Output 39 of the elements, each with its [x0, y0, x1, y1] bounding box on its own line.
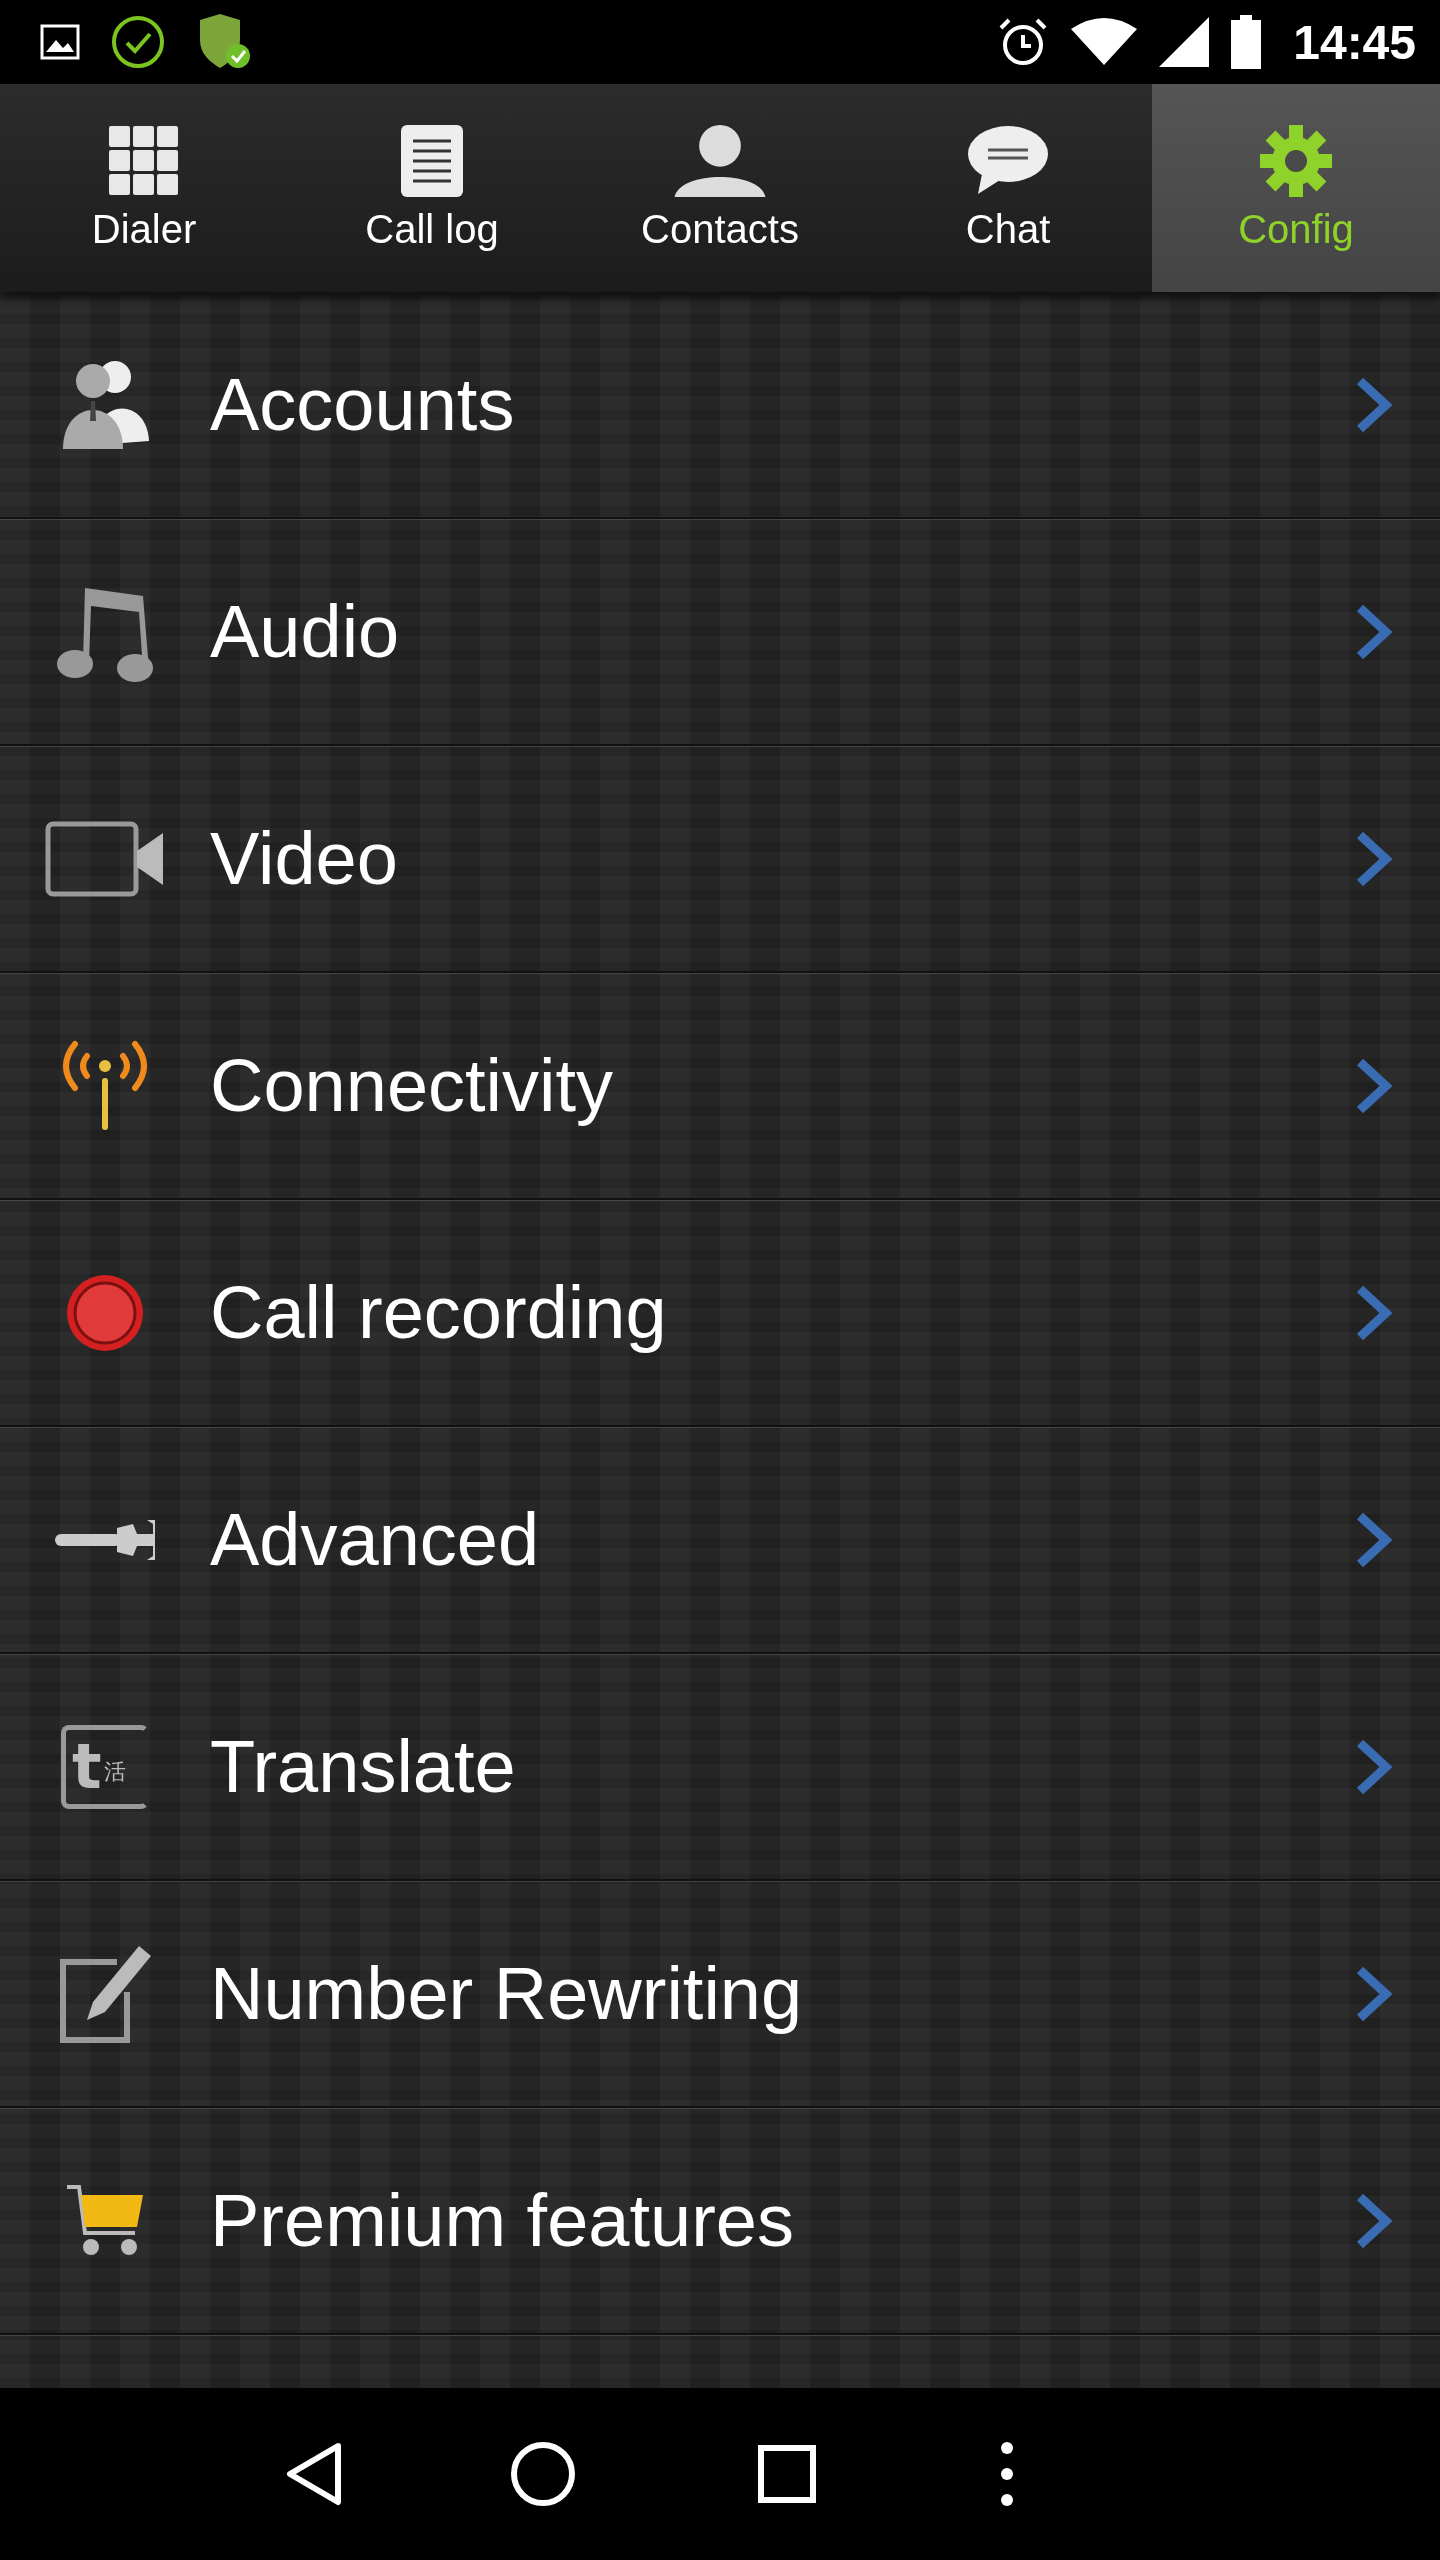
more-icon[interactable]	[1000, 2441, 1014, 2507]
home-icon[interactable]	[510, 2441, 576, 2507]
wrench-icon	[55, 1519, 155, 1560]
settings-item[interactable]: Connectivity	[0, 973, 1440, 1200]
settings-item[interactable]: Number Rewriting	[0, 1881, 1440, 2108]
back-icon[interactable]	[284, 2442, 344, 2506]
chevron-icon	[1354, 1511, 1392, 1568]
settings-item[interactable]: Premium features	[0, 2108, 1440, 2335]
chevron-icon	[1354, 376, 1392, 433]
check-circle-icon	[110, 14, 166, 70]
settings-item[interactable]: Accounts	[0, 292, 1440, 519]
chevron-icon	[1354, 1965, 1392, 2022]
video-camera-icon	[45, 820, 165, 897]
settings-item[interactable]: Video	[0, 746, 1440, 973]
chevron-icon	[1354, 1284, 1392, 1341]
chevron-icon	[1354, 1057, 1392, 1114]
chevron-icon	[1354, 2192, 1392, 2249]
clock-time: 14:45	[1293, 14, 1416, 70]
recents-icon[interactable]	[758, 2445, 816, 2503]
tab[interactable]: Dialer	[0, 84, 288, 292]
battery-icon	[1231, 15, 1262, 69]
keypad-icon	[109, 124, 179, 197]
list-icon	[401, 124, 463, 197]
chevron-icon	[1354, 1738, 1392, 1795]
signal-icon	[1159, 17, 1210, 67]
chevron-icon	[1354, 830, 1392, 887]
settings-item[interactable]: Call recording	[0, 1200, 1440, 1427]
tab[interactable]: Config	[1152, 84, 1440, 292]
tab[interactable]: Call log	[288, 84, 576, 292]
tab[interactable]: Chat	[864, 84, 1152, 292]
record-icon	[65, 1272, 145, 1353]
image-icon	[40, 24, 80, 60]
chat-bubble-icon	[968, 124, 1048, 197]
tab[interactable]: Contacts	[576, 84, 864, 292]
gear-icon	[1260, 124, 1332, 197]
chevron-icon	[1354, 603, 1392, 660]
wifi-icon	[1071, 17, 1138, 67]
settings-item[interactable]: Advanced	[0, 1427, 1440, 1654]
settings-item[interactable]: Audio	[0, 519, 1440, 746]
